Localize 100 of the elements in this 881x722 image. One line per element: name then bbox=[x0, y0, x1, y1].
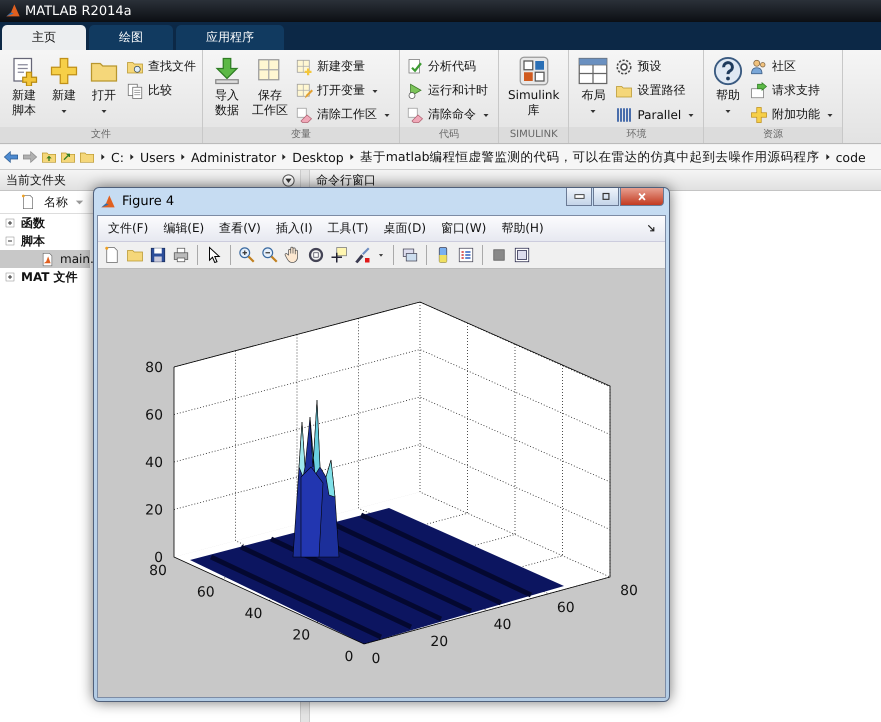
path-segment[interactable]: C: bbox=[111, 150, 124, 164]
logo-icon bbox=[5, 3, 21, 19]
maximize-button[interactable] bbox=[593, 188, 619, 206]
tick-label: 20 bbox=[145, 502, 163, 518]
ribbon-button[interactable]: 新建变量 bbox=[295, 56, 393, 77]
script-file-icon bbox=[40, 252, 55, 266]
menu-item[interactable]: 桌面(D) bbox=[383, 220, 426, 237]
plus-icon bbox=[750, 106, 768, 124]
ribbon-button[interactable]: Parallel bbox=[615, 104, 698, 125]
brush-icon[interactable] bbox=[353, 246, 371, 264]
tick-label: 40 bbox=[145, 455, 163, 471]
zoom-in-icon[interactable] bbox=[238, 246, 256, 264]
ribbon-button[interactable]: 查找文件 bbox=[126, 56, 196, 77]
ribbon-button[interactable]: 请求支持 bbox=[750, 80, 836, 101]
play-clock-icon bbox=[406, 82, 424, 100]
menu-item[interactable]: 帮助(H) bbox=[501, 220, 544, 237]
ribbon-button[interactable]: 帮助 bbox=[710, 54, 746, 127]
ribbon-tab[interactable]: 应用程序 bbox=[176, 25, 284, 50]
ribbon-button[interactable]: 社区 bbox=[750, 56, 836, 77]
forward-arrow-icon[interactable] bbox=[22, 149, 38, 165]
grid-pencil-icon bbox=[295, 82, 313, 100]
tick-label: 80 bbox=[620, 583, 638, 599]
group-label: 代码 bbox=[400, 127, 498, 143]
path-segment[interactable]: Desktop bbox=[292, 150, 344, 164]
tree-group[interactable]: 脚本 bbox=[21, 232, 45, 250]
ribbon-button[interactable]: Simulink 库 bbox=[505, 54, 562, 127]
ribbon-button[interactable]: 预设 bbox=[615, 56, 698, 77]
people-icon bbox=[750, 58, 768, 76]
ribbon-button[interactable]: 新建 脚本 bbox=[6, 54, 42, 127]
legend-icon[interactable] bbox=[457, 246, 475, 264]
ribbon-button[interactable]: 导入 数据 bbox=[209, 54, 245, 127]
group-label: SIMULINK bbox=[499, 127, 568, 143]
panel-title: 命令行窗口 bbox=[316, 172, 376, 188]
ribbon-button[interactable]: 打开变量 bbox=[295, 80, 393, 101]
close-button[interactable] bbox=[620, 188, 664, 206]
ribbon-button[interactable]: 设置路径 bbox=[615, 80, 698, 101]
expand-icon[interactable] bbox=[4, 271, 16, 283]
logo-icon bbox=[100, 194, 116, 210]
window-title: MATLAB R2014a bbox=[25, 4, 132, 18]
tick-label: 60 bbox=[145, 408, 163, 424]
ribbon-button[interactable]: 新建 bbox=[46, 54, 82, 127]
path-segment[interactable]: code bbox=[836, 150, 866, 164]
tree-group[interactable]: 函数 bbox=[21, 214, 45, 232]
menu-item[interactable]: 查看(V) bbox=[219, 220, 261, 237]
envelope-arrow-icon bbox=[750, 82, 768, 100]
tick-label: 0 bbox=[154, 550, 163, 566]
ribbon-button[interactable]: 清除命令 bbox=[406, 104, 492, 125]
file-row[interactable]: main. bbox=[0, 250, 90, 268]
tick-label: 0 bbox=[344, 649, 354, 665]
panel-title: 当前文件夹 bbox=[6, 172, 66, 188]
group-label: 环境 bbox=[569, 127, 704, 143]
ribbon-button[interactable]: 清除工作区 bbox=[295, 104, 393, 125]
download-arrow-icon bbox=[212, 56, 242, 86]
layout-icon bbox=[578, 56, 608, 86]
link-icon[interactable] bbox=[401, 246, 419, 264]
rotate-icon[interactable] bbox=[307, 246, 325, 264]
tick-label: 0 bbox=[372, 651, 380, 667]
path-segment[interactable]: 基于matlab编程恒虚警监测的代码，可以在雷达的仿真中起到去噪作用源码程序 bbox=[360, 148, 820, 166]
block-grid-icon bbox=[518, 56, 549, 86]
dropdown-icon[interactable] bbox=[281, 172, 296, 188]
zoom-out-icon[interactable] bbox=[261, 246, 279, 264]
expand-icon[interactable] bbox=[4, 217, 16, 229]
plus-icon bbox=[49, 56, 79, 86]
column-title[interactable]: 名称 bbox=[44, 194, 68, 210]
document-icon bbox=[20, 194, 36, 210]
ribbon-button[interactable]: 分析代码 bbox=[406, 56, 492, 77]
minimize-button[interactable] bbox=[566, 188, 592, 206]
documents-icon bbox=[126, 82, 144, 100]
menu-item[interactable]: 文件(F) bbox=[108, 220, 148, 237]
save-icon[interactable] bbox=[149, 246, 167, 264]
tick-label: 40 bbox=[494, 617, 512, 633]
tick-label: 20 bbox=[430, 634, 448, 650]
eraser-icon bbox=[406, 106, 424, 124]
ribbon-button[interactable]: 保存 工作区 bbox=[249, 54, 291, 127]
dock-arrow-icon[interactable] bbox=[646, 223, 657, 234]
ribbon-button[interactable]: 附加功能 bbox=[750, 104, 836, 125]
tick-label: 80 bbox=[145, 360, 163, 376]
menu-item[interactable]: 窗口(W) bbox=[441, 220, 486, 237]
menu-item[interactable]: 工具(T) bbox=[328, 220, 368, 237]
ribbon-button[interactable]: 打开 bbox=[86, 54, 122, 127]
ribbon-button[interactable]: 运行和计时 bbox=[406, 80, 492, 101]
path-segment[interactable]: Administrator bbox=[190, 150, 276, 164]
minimize-icon bbox=[574, 191, 584, 202]
back-arrow-icon[interactable] bbox=[3, 149, 19, 165]
ribbon-tab[interactable]: 绘图 bbox=[89, 25, 173, 50]
menu-item[interactable]: 插入(I) bbox=[276, 220, 313, 237]
data-cursor-icon[interactable] bbox=[330, 246, 348, 264]
ribbon-tab[interactable]: 主页 bbox=[2, 25, 86, 50]
collapse-icon[interactable] bbox=[4, 235, 16, 247]
menu-item[interactable]: 编辑(E) bbox=[163, 220, 204, 237]
frame-icon[interactable] bbox=[513, 246, 531, 264]
bars-icon bbox=[615, 106, 634, 124]
tree-group[interactable]: MAT 文件 bbox=[21, 268, 78, 286]
path-segment[interactable]: Users bbox=[140, 150, 175, 164]
help-icon bbox=[713, 56, 744, 86]
grid-plus-icon bbox=[295, 58, 313, 76]
ribbon-button[interactable]: 布局 bbox=[575, 54, 612, 127]
ribbon-button[interactable]: 比较 bbox=[126, 80, 196, 101]
print-icon[interactable] bbox=[172, 246, 190, 264]
eraser-icon bbox=[295, 106, 313, 124]
